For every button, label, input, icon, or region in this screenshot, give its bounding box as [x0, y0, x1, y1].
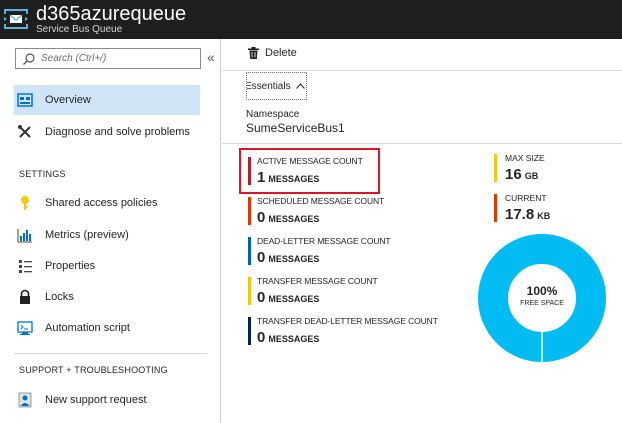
metric-label: TRANSFER DEAD-LETTER MESSAGE COUNT: [257, 316, 438, 326]
section-support: SUPPORT + TROUBLESHOOTING: [19, 365, 168, 375]
metric-label: SCHEDULED MESSAGE COUNT: [257, 196, 385, 206]
properties-icon: [17, 258, 33, 274]
key-icon: [17, 195, 33, 211]
delete-button[interactable]: Delete: [248, 47, 297, 59]
metric-value: 0 MESSAGES: [257, 209, 319, 226]
sidebar-item-overview[interactable]: Overview: [14, 85, 200, 115]
metric-unit: GB: [524, 171, 539, 181]
highlight-box: [239, 148, 380, 194]
metric-label: TRANSFER MESSAGE COUNT: [257, 276, 378, 286]
namespace-label: Namespace: [246, 109, 300, 120]
section-settings: SETTINGS: [19, 169, 66, 179]
command-bar: Delete: [222, 39, 622, 71]
metric-unit: KB: [537, 211, 551, 221]
metric-value: 17.8 KB: [505, 206, 550, 223]
metric-color-bar: [494, 154, 497, 182]
essentials-label: Essentials: [246, 80, 291, 92]
sidebar-divider: [14, 353, 207, 354]
support-icon: [17, 392, 33, 408]
metric-value: 16 GB: [505, 166, 538, 183]
essentials-divider: [222, 143, 622, 144]
metric-dead-letter-message-count: DEAD-LETTER MESSAGE COUNT 0 MESSAGES: [248, 236, 428, 266]
metric-transfer-message-count: TRANSFER MESSAGE COUNT 0 MESSAGES: [248, 276, 428, 306]
metric-current-size: CURRENT 17.8 KB: [494, 193, 604, 223]
sidebar-item-locks[interactable]: Locks: [14, 282, 200, 312]
metric-color-bar: [248, 277, 251, 305]
search-input[interactable]: [41, 50, 196, 67]
metric-value: 0 MESSAGES: [257, 329, 319, 346]
metric-label: CURRENT: [505, 193, 547, 203]
sidebar-item-label: Properties: [45, 260, 96, 272]
command-bar-divider: [222, 70, 622, 71]
delete-label: Delete: [265, 47, 297, 59]
collapse-sidebar-button[interactable]: «: [207, 49, 215, 65]
free-space-donut: [478, 234, 606, 362]
chevron-up-icon: [295, 83, 305, 89]
free-space-percent: 100%: [526, 284, 558, 298]
metric-color-bar: [494, 194, 497, 222]
sidebar-item-label: New support request: [45, 394, 147, 406]
metric-label: MAX SIZE: [505, 153, 545, 163]
metric-number: 0: [257, 209, 266, 226]
sidebar-item-label: Overview: [45, 94, 91, 106]
metric-max-size: MAX SIZE 16 GB: [494, 153, 604, 183]
metric-number: 17.8: [505, 206, 535, 223]
search-icon: [23, 53, 35, 65]
metric-value: 0 MESSAGES: [257, 249, 319, 266]
wrench-icon: [17, 124, 33, 140]
essentials-toggle[interactable]: Essentials: [246, 72, 307, 100]
metric-scheduled-message-count: SCHEDULED MESSAGE COUNT 0 MESSAGES: [248, 196, 428, 226]
sidebar-item-automation-script[interactable]: Automation script: [14, 313, 200, 343]
metric-color-bar: [248, 237, 251, 265]
metric-transfer-dead-letter-message-count: TRANSFER DEAD-LETTER MESSAGE COUNT 0 MESS…: [248, 316, 438, 346]
lock-icon: [17, 289, 33, 305]
title-bar: d365azurequeue Service Bus Queue: [0, 0, 622, 39]
overview-icon: [17, 92, 33, 108]
metric-number: 0: [257, 289, 266, 306]
namespace-value: SumeServiceBus1: [246, 121, 345, 135]
metric-color-bar: [248, 197, 251, 225]
metric-color-bar: [248, 317, 251, 345]
sidebar-item-properties[interactable]: Properties: [14, 251, 200, 281]
sidebar-item-diagnose[interactable]: Diagnose and solve problems: [14, 117, 200, 147]
metric-unit: MESSAGES: [268, 254, 320, 264]
sidebar-item-label: Shared access policies: [45, 197, 158, 209]
free-space-label: FREE SPACE: [520, 300, 564, 307]
metrics-icon: [17, 227, 33, 243]
metric-number: 16: [505, 166, 522, 183]
sidebar-item-new-support-request[interactable]: New support request: [14, 385, 200, 415]
metric-value: 0 MESSAGES: [257, 289, 319, 306]
metric-number: 0: [257, 249, 266, 266]
sidebar-item-label: Locks: [45, 291, 74, 303]
sidebar: « Overview Diagnose and solve problems S…: [0, 39, 221, 423]
metric-label: DEAD-LETTER MESSAGE COUNT: [257, 236, 391, 246]
sidebar-item-metrics[interactable]: Metrics (preview): [14, 220, 200, 250]
sidebar-item-label: Diagnose and solve problems: [45, 126, 190, 138]
sidebar-item-label: Metrics (preview): [45, 229, 129, 241]
metric-unit: MESSAGES: [268, 294, 320, 304]
metric-unit: MESSAGES: [268, 214, 320, 224]
sidebar-item-label: Automation script: [45, 322, 130, 334]
metric-unit: MESSAGES: [268, 334, 320, 344]
sidebar-item-shared-access-policies[interactable]: Shared access policies: [14, 188, 200, 218]
trash-icon: [248, 47, 259, 59]
automation-icon: [17, 320, 33, 336]
service-bus-queue-icon: [3, 9, 29, 29]
window-title: d365azurequeue: [36, 3, 187, 25]
window-subtitle: Service Bus Queue: [36, 24, 123, 35]
search-box[interactable]: [15, 48, 201, 69]
metric-number: 0: [257, 329, 266, 346]
